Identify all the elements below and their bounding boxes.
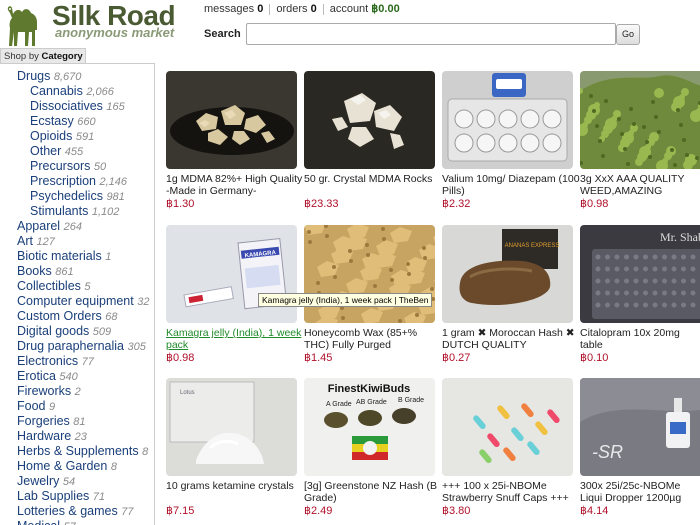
category-precursors[interactable]: Precursors 50 xyxy=(30,159,106,173)
listing-image-valium-10mg-diazepam-100-pil[interactable] xyxy=(442,71,573,169)
listing-image-10-grams-ketamine-crystals[interactable]: Lotus xyxy=(166,378,297,476)
hover-tooltip: Kamagra jelly (India), 1 week pack | The… xyxy=(258,293,433,307)
category-jewelry[interactable]: Jewelry 54 xyxy=(17,474,75,488)
category-lotteries-games[interactable]: Lotteries & games 77 xyxy=(17,504,133,518)
listing-price: ฿2.49 xyxy=(304,505,333,517)
svg-text:Mr. Shab: Mr. Shab xyxy=(660,230,700,244)
listing-image-honeycomb-wax-85-thc-fully-p[interactable] xyxy=(304,225,435,323)
category-lab-supplies[interactable]: Lab Supplies 71 xyxy=(17,489,105,503)
listing-image-1g-mdma-82-high-quality-made[interactable] xyxy=(166,71,297,169)
category-medical[interactable]: Medical 57 xyxy=(17,519,76,525)
listing-price: ฿0.27 xyxy=(442,352,471,364)
listing-image-kamagra-jelly-india-1-week-p[interactable]: KAMAGRA xyxy=(166,225,297,323)
listing-price: ฿23.33 xyxy=(304,198,339,210)
category-home-garden[interactable]: Home & Garden 8 xyxy=(17,459,117,473)
listing-price: ฿0.98 xyxy=(580,198,609,210)
listing-title[interactable]: Valium 10mg/ Diazepam (100 Pills) xyxy=(442,173,582,197)
account-link[interactable]: account ฿0.00 xyxy=(330,3,400,15)
listing-title[interactable]: 10 grams ketamine crystals xyxy=(166,480,306,492)
category-prescription[interactable]: Prescription 2,146 xyxy=(30,174,127,188)
listing-price: ฿7.15 xyxy=(166,505,195,517)
listing-title[interactable]: +++ 100 x 25i-NBOMe Strawberry Snuff Cap… xyxy=(442,480,582,504)
listing-image-300x-25i-25c-nbome-liqui-dro[interactable]: -SR xyxy=(580,378,700,476)
orders-link[interactable]: orders 0 xyxy=(276,3,316,15)
category-other[interactable]: Other 455 xyxy=(30,144,83,158)
svg-text:-SR: -SR xyxy=(592,442,623,462)
category-fireworks[interactable]: Fireworks 2 xyxy=(17,384,81,398)
listing-title[interactable]: Kamagra jelly (India), 1 week pack xyxy=(166,327,306,351)
category-collectibles[interactable]: Collectibles 5 xyxy=(17,279,91,293)
search-input[interactable] xyxy=(246,23,616,45)
svg-text:FinestKiwiBuds: FinestKiwiBuds xyxy=(328,383,411,395)
listing-image-3g-greenstone-nz-hash-b-grad[interactable]: FinestKiwiBuds A Grade AB Grade B Grade xyxy=(304,378,435,476)
listing-price: ฿1.30 xyxy=(166,198,195,210)
category-ecstasy[interactable]: Ecstasy 660 xyxy=(30,114,96,128)
category-sidebar: Drugs 8,670 Cannabis 2,066 Dissociatives 1… xyxy=(0,63,155,525)
listing-title[interactable]: Honeycomb Wax (85+% THC) Fully Purged xyxy=(304,327,444,351)
account-balance: ฿0.00 xyxy=(371,3,400,15)
category-opioids[interactable]: Opioids 591 xyxy=(30,129,94,143)
svg-text:A Grade: A Grade xyxy=(326,401,352,408)
svg-text:Lotus: Lotus xyxy=(180,390,195,396)
category-herbs-supplements[interactable]: Herbs & Supplements 8 xyxy=(17,444,148,458)
search-label: Search xyxy=(204,28,241,40)
category-erotica[interactable]: Erotica 540 xyxy=(17,369,78,383)
svg-text:B Grade: B Grade xyxy=(398,397,424,404)
category-custom-orders[interactable]: Custom Orders 68 xyxy=(17,309,117,323)
listing-image-citalopram-10x-20mg-table[interactable]: Mr. Shab xyxy=(580,225,700,323)
listing-title[interactable]: [3g] Greenstone NZ Hash (B Grade) xyxy=(304,480,444,504)
listing-price: ฿3.80 xyxy=(442,505,471,517)
listing-title[interactable]: Citalopram 10x 20mg table xyxy=(580,327,700,351)
listing-title[interactable]: 50 gr. Crystal MDMA Rocks xyxy=(304,173,444,185)
listing-image-3g-xxx-aaa-quality-weed-amaz[interactable] xyxy=(580,71,700,169)
category-forgeries[interactable]: Forgeries 81 xyxy=(17,414,86,428)
listing-price: ฿0.98 xyxy=(166,352,195,364)
site-tagline: anonymous market xyxy=(55,25,175,40)
category-drugs[interactable]: Drugs 8,670 xyxy=(17,69,81,83)
category-computer-equipment[interactable]: Computer equipment 32 xyxy=(17,294,149,308)
category-cannabis[interactable]: Cannabis 2,066 xyxy=(30,84,114,98)
category-hardware[interactable]: Hardware 23 xyxy=(17,429,87,443)
category-art[interactable]: Art 127 xyxy=(17,234,55,248)
category-drug-paraphernalia[interactable]: Drug paraphernalia 305 xyxy=(17,339,146,353)
category-food[interactable]: Food 9 xyxy=(17,399,55,413)
listing-price: ฿0.10 xyxy=(580,352,609,364)
listing-title[interactable]: 1 gram ✖ Moroccan Hash ✖ DUTCH QUALITY xyxy=(442,327,582,351)
category-stimulants[interactable]: Stimulants 1,102 xyxy=(30,204,119,218)
category-dissociatives[interactable]: Dissociatives 165 xyxy=(30,99,125,113)
listing-title[interactable]: 3g XxX AAA QUALITY WEED,AMAZING xyxy=(580,173,700,197)
messages-link[interactable]: messages 0 xyxy=(204,3,263,15)
header: Silk Road anonymous market messages 0 ord… xyxy=(0,0,700,48)
svg-text:ANANAS EXPRESS: ANANAS EXPRESS xyxy=(505,243,560,249)
listing-price: ฿1.45 xyxy=(304,352,333,364)
search-go-button[interactable]: Go xyxy=(616,24,640,45)
account-bar: messages 0 orders 0 account ฿0.00 xyxy=(204,2,406,15)
listing-image-50-gr-crystal-mdma-rocks[interactable] xyxy=(304,71,435,169)
listing-price: ฿2.32 xyxy=(442,198,471,210)
category-psychedelics[interactable]: Psychedelics 981 xyxy=(30,189,125,203)
category-digital-goods[interactable]: Digital goods 509 xyxy=(17,324,111,338)
camel-logo-icon[interactable] xyxy=(2,0,46,48)
svg-text:AB Grade: AB Grade xyxy=(356,399,387,406)
category-apparel[interactable]: Apparel 264 xyxy=(17,219,82,233)
category-electronics[interactable]: Electronics 77 xyxy=(17,354,94,368)
category-books[interactable]: Books 861 xyxy=(17,264,74,278)
listing-image-100-x-25i-nbome-strawberry-s[interactable] xyxy=(442,378,573,476)
listing-image-1-gram-moroccan-hash-dutch-q[interactable]: ANANAS EXPRESS xyxy=(442,225,573,323)
shop-by-category-tab[interactable]: Shop by Category xyxy=(0,48,86,64)
category-biotic-materials[interactable]: Biotic materials 1 xyxy=(17,249,111,263)
listing-title[interactable]: 1g MDMA 82%+ High Quality -Made in Germa… xyxy=(166,173,306,197)
listing-price: ฿4.14 xyxy=(580,505,609,517)
listing-title[interactable]: 300x 25i/25c-NBOMe Liqui Dropper 1200µg xyxy=(580,480,700,504)
